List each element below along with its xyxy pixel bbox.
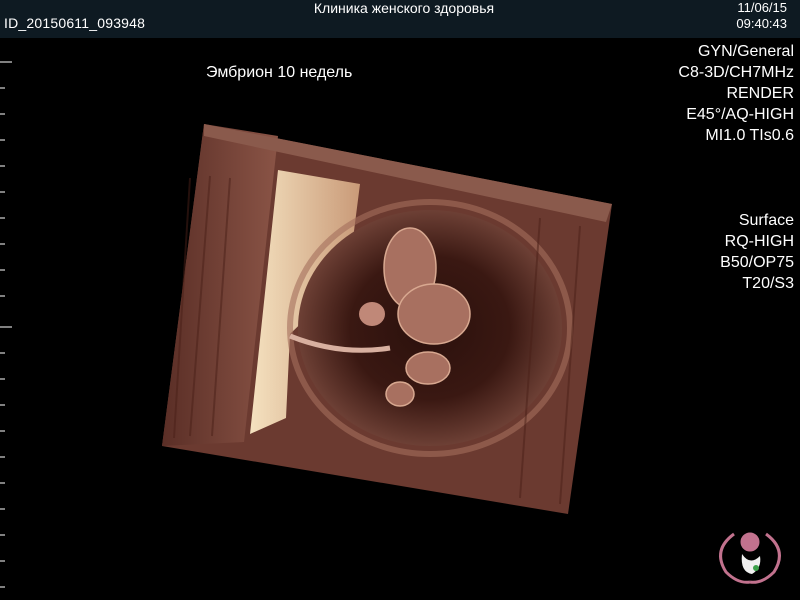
param-quality: RQ-HIGH (724, 233, 794, 250)
patient-id: ID_20150611_093948 (4, 15, 146, 31)
param-mode: GYN/General (697, 43, 794, 60)
scan-params: GYN/General C8-3D/CH7MHz RENDER E45°/AQ-… (678, 41, 794, 146)
exam-time: 09:40:43 (736, 16, 787, 31)
param-render: RENDER (726, 85, 794, 102)
clinic-title-text: Клиника женского здоровья (313, 0, 495, 16)
param-index: MI1.0 TIs0.6 (705, 127, 794, 144)
image-annotation: Эмбрион 10 недель (206, 64, 353, 81)
render-params: Surface RQ-HIGH B50/OP75 T20/S3 (720, 210, 794, 294)
depth-ruler (0, 61, 12, 588)
param-angle: E45°/AQ-HIGH (686, 106, 794, 123)
param-surface: Surface (738, 212, 794, 229)
clinic-title: Клиника женского здоровья (0, 0, 800, 16)
param-blend: B50/OP75 (720, 254, 794, 271)
param-threshold: T20/S3 (742, 275, 794, 292)
header-bar: ID_20150611_093948 Клиника женского здор… (0, 0, 800, 38)
yolk-sac (359, 302, 385, 326)
exam-date: 11/06/15 (737, 0, 787, 15)
param-probe: C8-3D/CH7MHz (678, 64, 794, 81)
ultrasound-3d-render (162, 124, 612, 514)
clinic-mother-child-logo (719, 532, 781, 584)
